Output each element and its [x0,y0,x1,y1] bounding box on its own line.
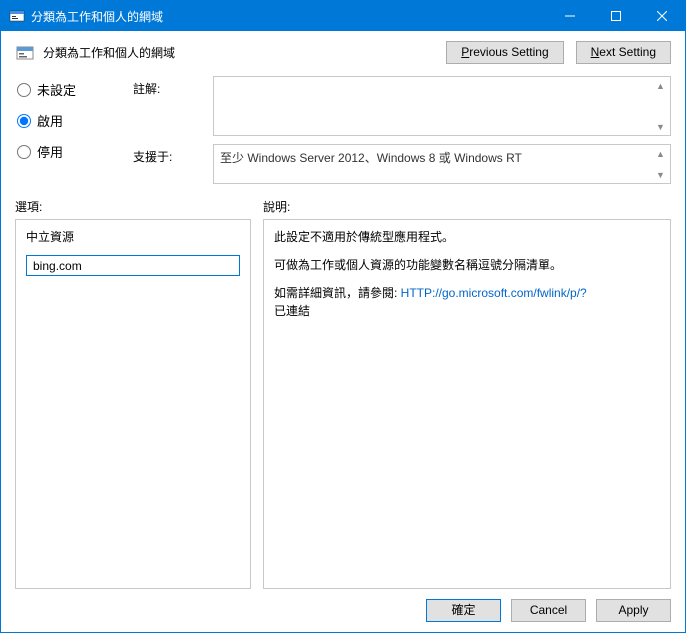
scroll-down-icon[interactable]: ▼ [653,167,668,182]
options-section-label: 選項: [15,198,263,215]
titlebar[interactable]: 分類為工作和個人的網域 [1,1,685,31]
radio-disabled[interactable]: 停用 [17,142,133,161]
supported-label: 支援于: [133,144,213,184]
state-options: 未設定 啟用 停用 [15,76,133,192]
help-panel: 此設定不適用於傳統型應用程式。 可做為工作或個人資源的功能變數名稱逗號分隔清單。… [263,219,671,589]
scroll-up-icon[interactable]: ▲ [653,78,668,93]
help-link[interactable]: HTTP://go.microsoft.com/fwlink/p/? [401,286,587,300]
radio-not-configured-label: 未設定 [37,80,76,99]
settings-row: 未設定 啟用 停用 註解: ▲ ▼ [15,76,671,192]
close-button[interactable] [639,1,685,31]
header-row: 分類為工作和個人的網域 Previous Setting Next Settin… [15,41,671,64]
supported-value: 至少 Windows Server 2012、Windows 8 或 Windo… [220,151,522,165]
help-text-2: 可做為工作或個人資源的功能變數名稱逗號分隔清單。 [274,256,660,274]
radio-disabled-label: 停用 [37,142,63,161]
content-area: 分類為工作和個人的網域 Previous Setting Next Settin… [1,31,685,589]
ok-button[interactable]: 確定 [426,599,501,622]
policy-title: 分類為工作和個人的網域 [43,44,446,61]
neutral-resources-input[interactable] [26,255,240,276]
policy-icon [15,43,35,63]
mid-labels: 選項: 說明: [15,198,671,215]
scroll-up-icon[interactable]: ▲ [653,146,668,161]
minimize-button[interactable] [547,1,593,31]
app-icon [9,8,25,24]
apply-button[interactable]: Apply [596,599,671,622]
fields-column: 註解: ▲ ▼ 支援于: 至少 Windows Server 2012、Wind… [133,76,671,192]
supported-row: 支援于: 至少 Windows Server 2012、Windows 8 或 … [133,144,671,184]
previous-setting-button[interactable]: Previous Setting [446,41,563,64]
next-setting-button[interactable]: Next Setting [576,41,671,64]
comment-row: 註解: ▲ ▼ [133,76,671,136]
footer-buttons: 確定 Cancel Apply [1,589,685,632]
help-text-3-post: 已連結 [274,304,310,318]
options-panel: 中立資源 [15,219,251,589]
dialog-window: 分類為工作和個人的網域 分類為工作和個人的網域 Previous Setting… [0,0,686,633]
help-text-3-pre: 如需詳細資訊，請參閱: [274,286,401,300]
comment-textarea[interactable]: ▲ ▼ [213,76,671,136]
radio-enabled-input[interactable] [17,114,31,128]
help-text-3: 如需詳細資訊，請參閱: HTTP://go.microsoft.com/fwli… [274,284,660,320]
radio-not-configured[interactable]: 未設定 [17,80,133,99]
window-controls [547,1,685,31]
cancel-button[interactable]: Cancel [511,599,586,622]
supported-textarea: 至少 Windows Server 2012、Windows 8 或 Windo… [213,144,671,184]
help-section-label: 說明: [263,198,290,215]
scroll-down-icon[interactable]: ▼ [653,119,668,134]
panels-row: 中立資源 此設定不適用於傳統型應用程式。 可做為工作或個人資源的功能變數名稱逗號… [15,219,671,589]
radio-not-configured-input[interactable] [17,83,31,97]
maximize-button[interactable] [593,1,639,31]
options-heading: 中立資源 [26,228,240,245]
radio-disabled-input[interactable] [17,145,31,159]
window-title: 分類為工作和個人的網域 [31,8,547,25]
radio-enabled[interactable]: 啟用 [17,111,133,130]
comment-label: 註解: [133,76,213,136]
radio-enabled-label: 啟用 [37,111,63,130]
help-text-1: 此設定不適用於傳統型應用程式。 [274,228,660,246]
nav-buttons: Previous Setting Next Setting [446,41,671,64]
